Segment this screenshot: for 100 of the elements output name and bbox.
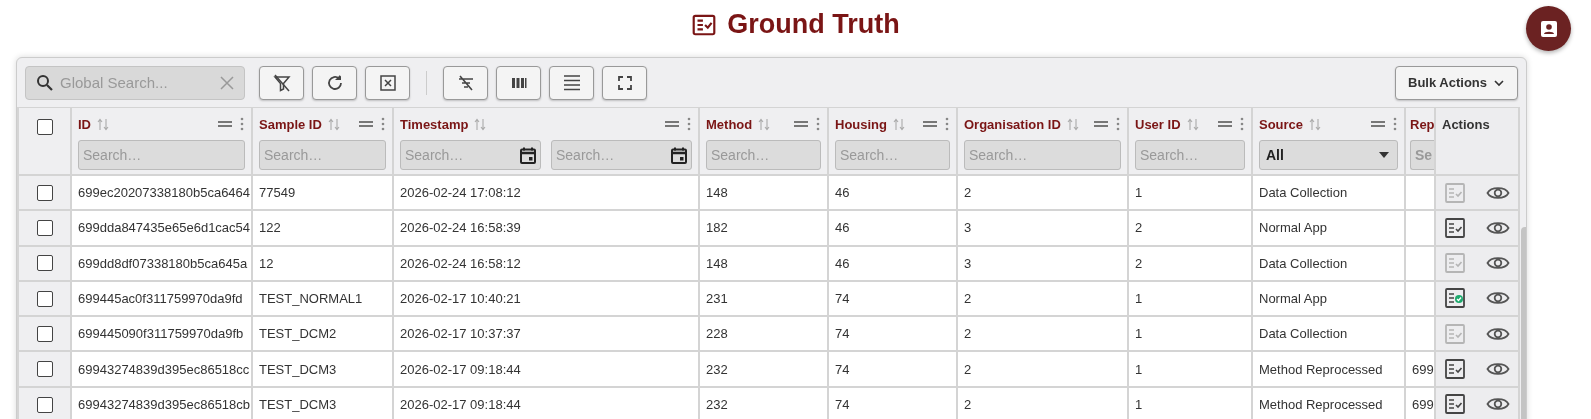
table-cell: 232 [706, 396, 728, 412]
table-cell: 1 [1135, 361, 1143, 377]
drag-handle-icon[interactable] [1370, 119, 1386, 129]
column-header: Actions [1442, 117, 1490, 132]
hide-filters-button[interactable] [443, 65, 488, 100]
table-cell: 12 [259, 255, 274, 271]
clear-selection-button[interactable] [365, 65, 410, 100]
table-cell: TEST_DCM2 [259, 326, 337, 342]
drag-handle-icon[interactable] [922, 119, 938, 129]
calendar-icon[interactable] [671, 146, 687, 164]
table-cell: Normal App [1259, 220, 1327, 236]
column-header[interactable]: Method [706, 116, 753, 132]
table-cell: 1 [1135, 291, 1143, 306]
table-cell: 699dda847435e65e6d1cac54 [78, 220, 250, 236]
scrollbar[interactable] [1520, 107, 1526, 419]
table-cell: 2 [964, 291, 972, 306]
row-checkbox[interactable] [36, 255, 53, 272]
column-menu-icon[interactable] [686, 117, 692, 131]
checklist-icon[interactable] [1444, 393, 1466, 416]
profile-button[interactable] [1526, 6, 1571, 51]
column-filter-field[interactable]: Search… [78, 140, 245, 170]
dropdown-caret-icon [1379, 152, 1389, 158]
column-filter-field[interactable]: Search… [259, 140, 386, 170]
column-header[interactable]: Timestamp [400, 116, 469, 132]
table-cell: 1 [1135, 396, 1143, 412]
drag-handle-icon[interactable] [1217, 119, 1233, 129]
table-cell: 2 [964, 361, 972, 377]
table-cell: 69943274839d395ec86518cb [78, 396, 250, 412]
column-header[interactable]: Source [1259, 116, 1304, 132]
contact-card-icon [1539, 19, 1558, 38]
table-cell: 122 [259, 220, 281, 236]
density-button[interactable] [549, 65, 594, 100]
row-checkbox[interactable] [36, 361, 53, 378]
column-header[interactable]: ID [78, 116, 91, 132]
table-cell: 699 [1412, 361, 1433, 377]
column-menu-icon[interactable] [815, 117, 821, 131]
drag-handle-icon[interactable] [1093, 119, 1109, 129]
table-cell: 2026-02-24 16:58:12 [400, 255, 521, 271]
table-cell: 2026-02-17 10:40:21 [400, 291, 521, 306]
table-cell: 1 [1135, 185, 1143, 201]
table-cell: 148 [706, 185, 728, 201]
source-select[interactable]: All [1259, 140, 1398, 170]
column-filter-field[interactable]: Search… [706, 140, 821, 170]
checklist-done-icon[interactable] [1444, 287, 1466, 310]
column-header[interactable]: Sample ID [259, 116, 322, 132]
row-checkbox[interactable] [36, 290, 53, 307]
column-filter-field[interactable]: Search… [835, 140, 950, 170]
table-cell: 699 [1412, 396, 1433, 412]
table-cell: 2 [964, 396, 972, 412]
table-cell: 74 [835, 291, 850, 306]
table-cell: 2 [964, 326, 972, 342]
table-cell: 74 [835, 326, 850, 342]
column-menu-icon[interactable] [239, 117, 245, 131]
column-header[interactable]: User ID [1135, 116, 1181, 132]
drag-handle-icon[interactable] [793, 119, 809, 129]
select-all-checkbox[interactable] [36, 118, 53, 135]
table-cell: 46 [835, 185, 850, 201]
drag-handle-icon[interactable] [664, 119, 680, 129]
checklist-icon[interactable] [1444, 216, 1466, 239]
filter-off-icon [271, 72, 292, 93]
table-cell: 699dd8df07338180b5ca645a [78, 255, 248, 271]
column-menu-icon[interactable] [1392, 117, 1398, 131]
row-checkbox[interactable] [36, 220, 53, 237]
table-cell: 2 [1135, 220, 1143, 236]
column-header[interactable]: Organisation ID [964, 116, 1061, 132]
checklist-icon[interactable] [1444, 358, 1466, 381]
table-cell: 231 [706, 291, 728, 306]
column-menu-icon[interactable] [380, 117, 386, 131]
table-cell: 699445090f311759970da9fb [78, 326, 244, 342]
column-filter-field[interactable]: Search… [1135, 140, 1245, 170]
table-cell: Data Collection [1259, 185, 1348, 201]
table-cell: 148 [706, 255, 728, 271]
column-menu-icon[interactable] [1239, 117, 1245, 131]
table-cell: 699445ac0f311759970da9fd [78, 291, 243, 306]
table-cell: 2026-02-24 16:58:39 [400, 220, 521, 236]
column-menu-icon[interactable] [944, 117, 950, 131]
column-menu-icon[interactable] [1115, 117, 1121, 131]
drag-handle-icon[interactable] [217, 119, 233, 129]
table-cell: 77549 [259, 185, 296, 201]
row-checkbox[interactable] [36, 396, 53, 413]
boxed-x-icon [377, 72, 398, 93]
table-cell: 1 [1135, 326, 1143, 342]
clear-filters-button[interactable] [259, 65, 304, 100]
refresh-button[interactable] [312, 65, 357, 100]
row-checkbox[interactable] [36, 326, 53, 343]
table-cell: 228 [706, 326, 728, 342]
fullscreen-button[interactable] [602, 65, 647, 100]
row-checkbox[interactable] [36, 184, 53, 201]
table-cell: 2 [1135, 255, 1143, 271]
lines-icon [561, 72, 582, 93]
calendar-icon[interactable] [520, 146, 536, 164]
table-cell: 46 [835, 255, 850, 271]
columns-button[interactable] [496, 65, 541, 100]
table-cell: 2026-02-24 17:08:12 [400, 185, 521, 201]
bulk-actions-button[interactable]: Bulk Actions [1395, 65, 1518, 100]
column-header[interactable]: Housing [835, 116, 887, 132]
drag-handle-icon[interactable] [358, 119, 374, 129]
table-cell: 2026-02-17 09:18:44 [400, 396, 521, 412]
table-cell: 232 [706, 361, 728, 377]
column-filter-field[interactable]: Search… [964, 140, 1121, 170]
